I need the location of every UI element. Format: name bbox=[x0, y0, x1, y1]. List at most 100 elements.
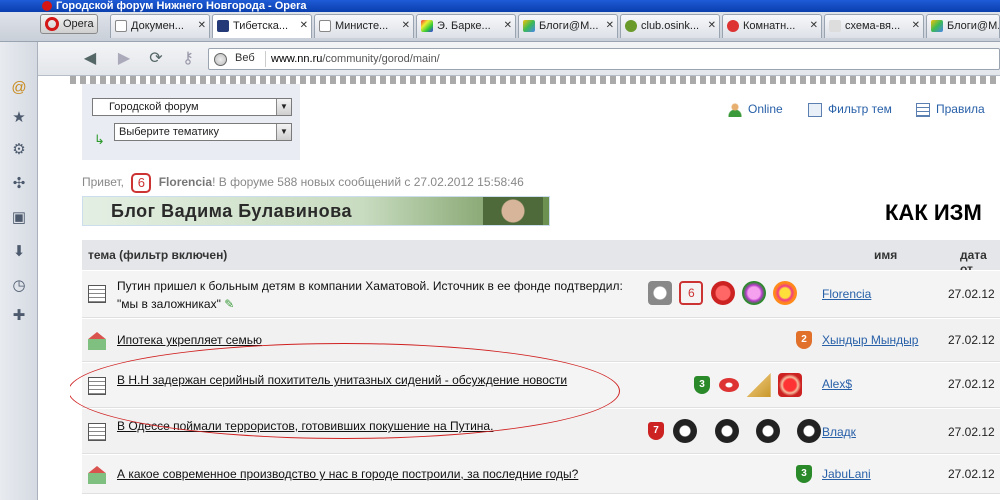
rules-link[interactable]: Правила bbox=[916, 102, 985, 117]
topic-title-link[interactable]: В Н.Н задержан серийный похититель унита… bbox=[117, 373, 567, 387]
bookmarks-star-icon[interactable]: ★ bbox=[11, 110, 27, 126]
notes-icon[interactable]: ▣ bbox=[11, 210, 27, 226]
page-content: Городской форум ▼ ↳ Выберите тематику ▼ On… bbox=[70, 76, 1000, 500]
document-icon bbox=[115, 20, 127, 32]
topic-author-link[interactable]: Хындыр Мындыр bbox=[822, 333, 918, 347]
close-icon[interactable]: ✕ bbox=[300, 15, 308, 37]
rank-shield-icon[interactable]: 7 bbox=[648, 422, 664, 440]
topic-house-icon bbox=[88, 466, 106, 484]
filter-topics-link[interactable]: Фильтр тем bbox=[808, 102, 892, 117]
downloads-icon[interactable]: ⬇ bbox=[11, 244, 27, 260]
tab-ministry[interactable]: Министе... ✕ bbox=[314, 14, 414, 38]
filter-icon bbox=[808, 102, 822, 117]
topic-author-link[interactable]: JabuLani bbox=[822, 467, 871, 481]
window-title: Городской форум Нижнего Новгорода - Oper… bbox=[56, 0, 307, 12]
headline-text: КАК ИЗМ bbox=[885, 200, 982, 225]
topic-title-link[interactable]: В Одессе поймали террористов, готовивших… bbox=[117, 419, 493, 433]
add-panel-icon[interactable]: ✚ bbox=[11, 308, 27, 324]
close-icon[interactable]: ✕ bbox=[708, 15, 716, 37]
close-icon[interactable]: ✕ bbox=[504, 15, 512, 37]
topic-author-link[interactable]: Alex$ bbox=[822, 377, 852, 391]
unite-icon[interactable]: ✣ bbox=[11, 176, 27, 192]
skull-icon[interactable] bbox=[797, 419, 822, 443]
tab-room[interactable]: Комнатн... ✕ bbox=[722, 14, 822, 38]
back-arrow-icon[interactable]: ◀ bbox=[80, 49, 100, 69]
topic-date: 27.02.12 bbox=[948, 377, 995, 391]
hearts-icon[interactable] bbox=[710, 281, 735, 305]
topic-date: 27.02.12 bbox=[948, 467, 995, 481]
gift-box-icon[interactable] bbox=[778, 373, 803, 397]
tab-blogs-2[interactable]: Блоги@М... bbox=[926, 14, 1000, 38]
site-favicon-icon bbox=[217, 20, 229, 32]
reactions-group: 6 bbox=[648, 281, 801, 305]
window-title-bar: Городской форум Нижнего Новгорода - Oper… bbox=[0, 0, 1000, 12]
blogs-icon bbox=[523, 20, 535, 32]
blogs-icon bbox=[931, 20, 943, 32]
forward-arrow-icon[interactable]: ▶ bbox=[114, 49, 134, 69]
flower-icon bbox=[727, 20, 739, 32]
chevron-down-icon: ▼ bbox=[276, 124, 291, 140]
rank-badge-icon[interactable]: 6 bbox=[679, 281, 704, 305]
table-row[interactable]: Путин пришел к больным детям в компании … bbox=[82, 270, 1000, 318]
topic-title-link[interactable]: Путин пришел к больным детям в компании … bbox=[117, 279, 623, 293]
topic-document-icon bbox=[88, 285, 106, 303]
key-icon[interactable]: ⚷ bbox=[178, 49, 198, 69]
url-text[interactable]: www.nn.ru/community/gorod/main/ bbox=[271, 53, 440, 65]
table-row[interactable]: В Н.Н задержан серийный похититель унита… bbox=[82, 362, 1000, 408]
pin-icon: ✎ bbox=[224, 297, 235, 311]
reload-icon[interactable]: ⟳ bbox=[146, 49, 166, 69]
reactions-group: 7 bbox=[648, 419, 825, 443]
mail-icon[interactable]: @ bbox=[11, 80, 27, 96]
address-bar[interactable]: Веб www.nn.ru/community/gorod/main/ bbox=[208, 48, 1000, 70]
tab-documents[interactable]: Докумен... ✕ bbox=[110, 14, 210, 38]
opera-logo-icon bbox=[42, 1, 52, 11]
history-clock-icon[interactable]: ◷ bbox=[11, 278, 27, 294]
navigation-bar: ◀ ▶ ⟳ ⚷ Веб www.nn.ru/community/gorod/ma… bbox=[38, 42, 1000, 76]
table-row[interactable]: В Одессе поймали террористов, готовивших… bbox=[82, 408, 1000, 454]
tab-tibet[interactable]: Тибетска... ✕ bbox=[212, 14, 312, 38]
section-select[interactable]: Городской форум ▼ bbox=[92, 98, 292, 116]
topic-date: 27.02.12 bbox=[948, 287, 995, 301]
topic-title-link[interactable]: Ипотека укрепляет семью bbox=[117, 333, 262, 347]
rank-shield-icon[interactable]: 3 bbox=[694, 376, 710, 394]
close-icon[interactable]: ✕ bbox=[606, 15, 614, 37]
portrait-image bbox=[483, 197, 543, 225]
document-icon bbox=[319, 20, 331, 32]
topic-author-link[interactable]: Florencia bbox=[822, 287, 871, 301]
tab-blogs-1[interactable]: Блоги@М... ✕ bbox=[518, 14, 618, 38]
close-icon[interactable]: ✕ bbox=[402, 15, 410, 37]
topic-author-link[interactable]: Владк bbox=[822, 425, 856, 439]
ferret-avatar-icon[interactable] bbox=[648, 281, 672, 305]
address-mode-label[interactable]: Веб bbox=[235, 52, 255, 64]
rainbow-icon bbox=[421, 20, 433, 32]
image-icon bbox=[829, 20, 841, 32]
bouquet-icon[interactable] bbox=[773, 281, 798, 305]
close-icon[interactable]: ✕ bbox=[810, 15, 818, 37]
widgets-gear-icon[interactable]: ⚙ bbox=[11, 142, 27, 158]
tab-osinka[interactable]: club.osink... ✕ bbox=[620, 14, 720, 38]
opera-menu-button[interactable]: Opera bbox=[40, 14, 98, 34]
forum-selector-box: Городской форум ▼ ↳ Выберите тематику ▼ bbox=[82, 84, 300, 160]
skull-icon[interactable] bbox=[756, 419, 781, 443]
user-nick[interactable]: Florencia bbox=[159, 175, 212, 189]
tab-scheme[interactable]: схема-вя... ✕ bbox=[824, 14, 924, 38]
table-row[interactable]: А какое современное производство у нас в… bbox=[82, 454, 1000, 494]
lotus-flower-icon[interactable] bbox=[742, 281, 767, 305]
close-icon[interactable]: ✕ bbox=[198, 15, 206, 37]
candy-icon[interactable] bbox=[719, 378, 740, 392]
online-link[interactable]: Online bbox=[728, 102, 783, 117]
table-row[interactable]: Ипотека укрепляет семью 2 Хындыр Мындыр … bbox=[82, 318, 1000, 362]
close-icon[interactable]: ✕ bbox=[912, 15, 920, 37]
user-rank-badge-icon: 6 bbox=[131, 173, 152, 193]
tab-barker[interactable]: Э. Барке... ✕ bbox=[416, 14, 516, 38]
greeting-line: Привет, 6 Florencia! В форуме 588 новых … bbox=[82, 173, 524, 193]
topic-title-link[interactable]: А какое современное производство у нас в… bbox=[117, 467, 578, 481]
chevron-down-icon: ▼ bbox=[276, 99, 291, 115]
cheese-slice-icon[interactable] bbox=[746, 373, 771, 397]
topics-table: тема (фильтр включен) имя дата от Путин … bbox=[82, 240, 1000, 494]
skull-icon[interactable] bbox=[673, 419, 698, 443]
table-header: тема (фильтр включен) имя дата от bbox=[82, 240, 1000, 276]
skull-icon[interactable] bbox=[714, 419, 739, 443]
topic-select[interactable]: Выберите тематику ▼ bbox=[114, 123, 292, 141]
blog-banner[interactable]: Блог Вадима Булавинова bbox=[82, 196, 550, 226]
